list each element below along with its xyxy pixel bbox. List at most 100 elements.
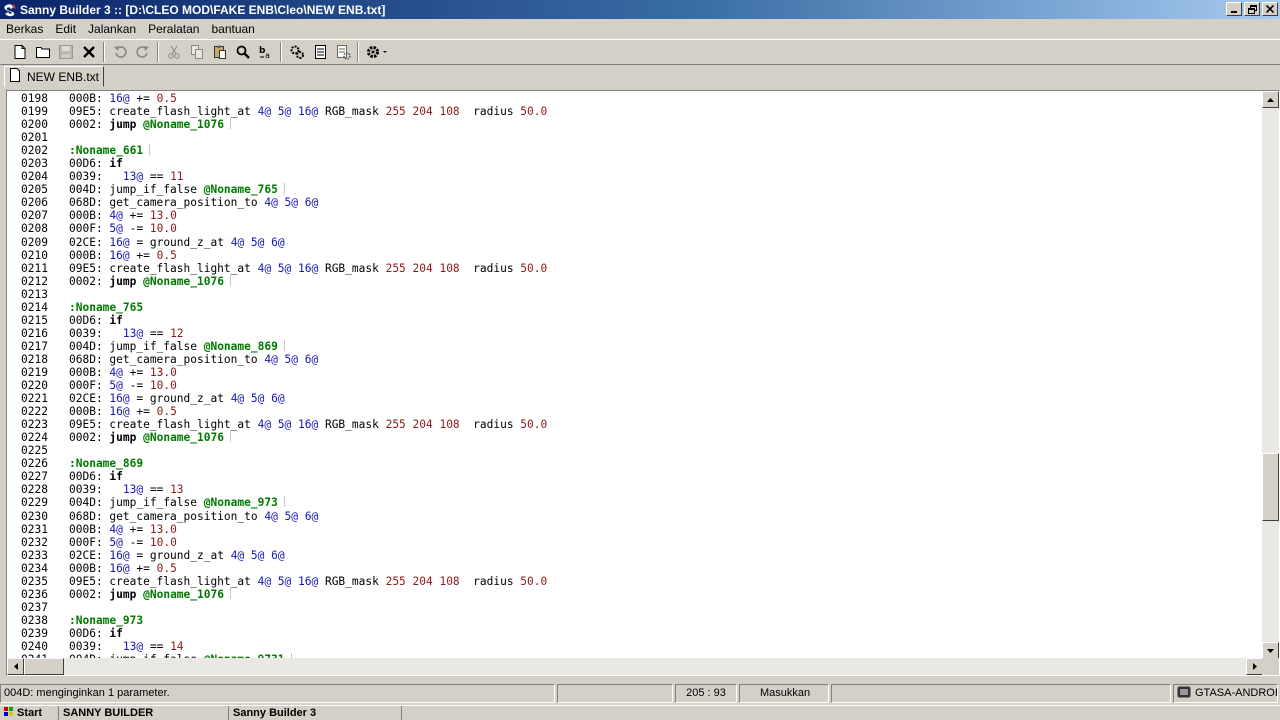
code-line[interactable]: 0221 02CE: 16@ = ground_z_at 4@ 5@ 6@	[7, 392, 1263, 405]
line-source: 09E5: create_flash_light_at 4@ 5@ 16@ RG…	[69, 575, 1263, 588]
menu-edit[interactable]: Edit	[49, 22, 82, 36]
redo-icon[interactable]	[131, 41, 154, 63]
line-source: 000F: 5@ -= 10.0	[69, 222, 1263, 235]
task-sanny-builder-3[interactable]: Sanny Builder 3	[228, 706, 402, 720]
code-line[interactable]: 0220 000F: 5@ -= 10.0	[7, 379, 1263, 392]
close-file-icon[interactable]	[77, 41, 100, 63]
new-file-icon[interactable]	[8, 41, 31, 63]
code-line[interactable]: 0223 09E5: create_flash_light_at 4@ 5@ 16…	[7, 418, 1263, 431]
code-line[interactable]: 0201	[7, 131, 1263, 144]
code-token: 0039:	[69, 639, 123, 653]
line-number: 0199	[21, 105, 48, 119]
copy-icon[interactable]	[185, 41, 208, 63]
code-line[interactable]: 0202:Noname_661	[7, 144, 1263, 157]
close-icon[interactable]	[1262, 2, 1278, 16]
code-line[interactable]: 0222 000B: 16@ += 0.5	[7, 405, 1263, 418]
open-folder-icon[interactable]	[31, 41, 54, 63]
scroll-left-icon[interactable]	[7, 658, 24, 675]
code-line[interactable]: 0203 00D6: if	[7, 157, 1263, 170]
settings-icon[interactable]	[362, 41, 392, 63]
code-line[interactable]: 0204 0039: 13@ == 11	[7, 170, 1263, 183]
scroll-up-icon[interactable]	[1262, 91, 1279, 108]
task-sanny-builder[interactable]: SANNY BUILDER	[58, 706, 228, 720]
line-source: 000B: 16@ += 0.5	[69, 562, 1263, 575]
code-line[interactable]: 0240 0039: 13@ == 14	[7, 640, 1263, 653]
code-line[interactable]: 0215 00D6: if	[7, 314, 1263, 327]
menu-berkas[interactable]: Berkas	[0, 22, 49, 36]
code-line[interactable]: 0200 0002: jump @Noname_1076	[7, 118, 1263, 131]
code-line[interactable]: 0238:Noname_973	[7, 614, 1263, 627]
replace-icon[interactable]: ba	[254, 41, 277, 63]
line-number: 0231	[21, 522, 48, 536]
code-line[interactable]: 0208 000F: 5@ -= 10.0	[7, 222, 1263, 235]
code-line[interactable]: 0209 02CE: 16@ = ground_z_at 4@ 5@ 6@	[7, 236, 1263, 249]
menu-bantuan[interactable]: bantuan	[205, 22, 260, 36]
line-number: 0208	[21, 222, 48, 236]
compile-icon[interactable]	[285, 41, 308, 63]
code-token: @Noname_1076	[143, 118, 224, 132]
code-line[interactable]: 0229 004D: jump_if_false @Noname_973	[7, 496, 1263, 509]
line-source: 000F: 5@ -= 10.0	[69, 379, 1263, 392]
title-bar[interactable]: Sanny Builder 3 :: [D:\CLEO MOD\FAKE ENB…	[0, 0, 1280, 19]
code-line[interactable]: 0198 000B: 16@ += 0.5	[7, 92, 1263, 105]
code-editor[interactable]: 0198 000B: 16@ += 0.5 0199 09E5: create_fla…	[6, 90, 1280, 676]
save-icon[interactable]	[54, 41, 77, 63]
restore-icon[interactable]	[1244, 2, 1260, 16]
code-line[interactable]: 0224 0002: jump @Noname_1076	[7, 431, 1263, 444]
line-number: 0228	[21, 483, 48, 497]
paste-icon[interactable]	[208, 41, 231, 63]
code-line[interactable]: 0212 0002: jump @Noname_1076	[7, 274, 1263, 288]
code-token: 000B:	[69, 522, 110, 536]
code-token: 255 204 108	[385, 105, 460, 119]
cut-icon[interactable]	[162, 41, 185, 63]
code-line[interactable]: 0207 000B: 4@ += 13.0	[7, 209, 1263, 222]
line-source: 0039: 13@ == 14	[69, 640, 1263, 653]
code-token: -=	[122, 535, 150, 549]
code-line[interactable]: 0232 000F: 5@ -= 10.0	[7, 536, 1263, 549]
code-line[interactable]: 0216 0039: 13@ == 12	[7, 327, 1263, 340]
code-line[interactable]: 0217 004D: jump_if_false @Noname_869	[7, 339, 1263, 353]
menu-peralatan[interactable]: Peralatan	[142, 22, 205, 36]
menu-jalankan[interactable]: Jalankan	[82, 22, 142, 36]
code-token: 5@	[109, 379, 123, 393]
code-token: 4@	[109, 209, 123, 223]
code-area[interactable]: 0198 000B: 16@ += 0.5 0199 09E5: create_fla…	[7, 91, 1263, 659]
code-line[interactable]: 0234 000B: 16@ += 0.5	[7, 562, 1263, 575]
horizontal-scrollbar[interactable]	[7, 658, 1263, 675]
code-line[interactable]: 0199 09E5: create_flash_light_at 4@ 5@ 16…	[7, 105, 1263, 118]
code-line[interactable]: 0211 09E5: create_flash_light_at 4@ 5@ 16…	[7, 262, 1263, 275]
code-line[interactable]: 0230 068D: get_camera_position_to 4@ 5@ 6…	[7, 510, 1263, 523]
code-line[interactable]: 0225	[7, 444, 1263, 457]
code-line[interactable]: 0231 000B: 4@ += 13.0	[7, 523, 1263, 536]
status-message: 004D: menginginkan 1 parameter.	[0, 683, 555, 703]
code-line[interactable]: 0227 00D6: if	[7, 470, 1263, 483]
code-line[interactable]: 0239 00D6: if	[7, 627, 1263, 640]
find-icon[interactable]	[231, 41, 254, 63]
code-line[interactable]: 0219 000B: 4@ += 13.0	[7, 366, 1263, 379]
horizontal-scroll-thumb[interactable]	[24, 658, 64, 675]
code-line[interactable]: 0214:Noname_765	[7, 301, 1263, 314]
undo-icon[interactable]	[108, 41, 131, 63]
status-target[interactable]: GTASA-ANDROID	[1173, 683, 1278, 703]
code-line[interactable]: 0236 0002: jump @Noname_1076	[7, 587, 1263, 601]
decompile-icon[interactable]	[331, 41, 354, 63]
code-line[interactable]: 0228 0039: 13@ == 13	[7, 483, 1263, 496]
code-line[interactable]: 0206 068D: get_camera_position_to 4@ 5@ 6…	[7, 196, 1263, 209]
code-token: 16@	[109, 548, 130, 562]
script-icon[interactable]	[308, 41, 331, 63]
scroll-down-icon[interactable]	[1262, 642, 1279, 659]
code-line[interactable]: 0237	[7, 601, 1263, 614]
minimize-icon[interactable]	[1226, 2, 1242, 16]
code-line[interactable]: 0218 068D: get_camera_position_to 4@ 5@ 6…	[7, 353, 1263, 366]
vertical-scrollbar[interactable]	[1262, 91, 1279, 659]
code-line[interactable]: 0210 000B: 16@ += 0.5	[7, 249, 1263, 262]
code-line[interactable]: 0235 09E5: create_flash_light_at 4@ 5@ 16…	[7, 575, 1263, 588]
code-line[interactable]: 0233 02CE: 16@ = ground_z_at 4@ 5@ 6@	[7, 549, 1263, 562]
vertical-scroll-thumb[interactable]	[1262, 452, 1279, 521]
tab-new-enb[interactable]: NEW ENB.txt	[4, 66, 104, 87]
code-line[interactable]: 0205 004D: jump_if_false @Noname_765	[7, 183, 1263, 196]
code-line[interactable]: 0213	[7, 288, 1263, 301]
code-line[interactable]: 0226:Noname_869	[7, 457, 1263, 470]
scroll-right-icon[interactable]	[1246, 658, 1263, 675]
start-button[interactable]: Start	[0, 706, 58, 720]
